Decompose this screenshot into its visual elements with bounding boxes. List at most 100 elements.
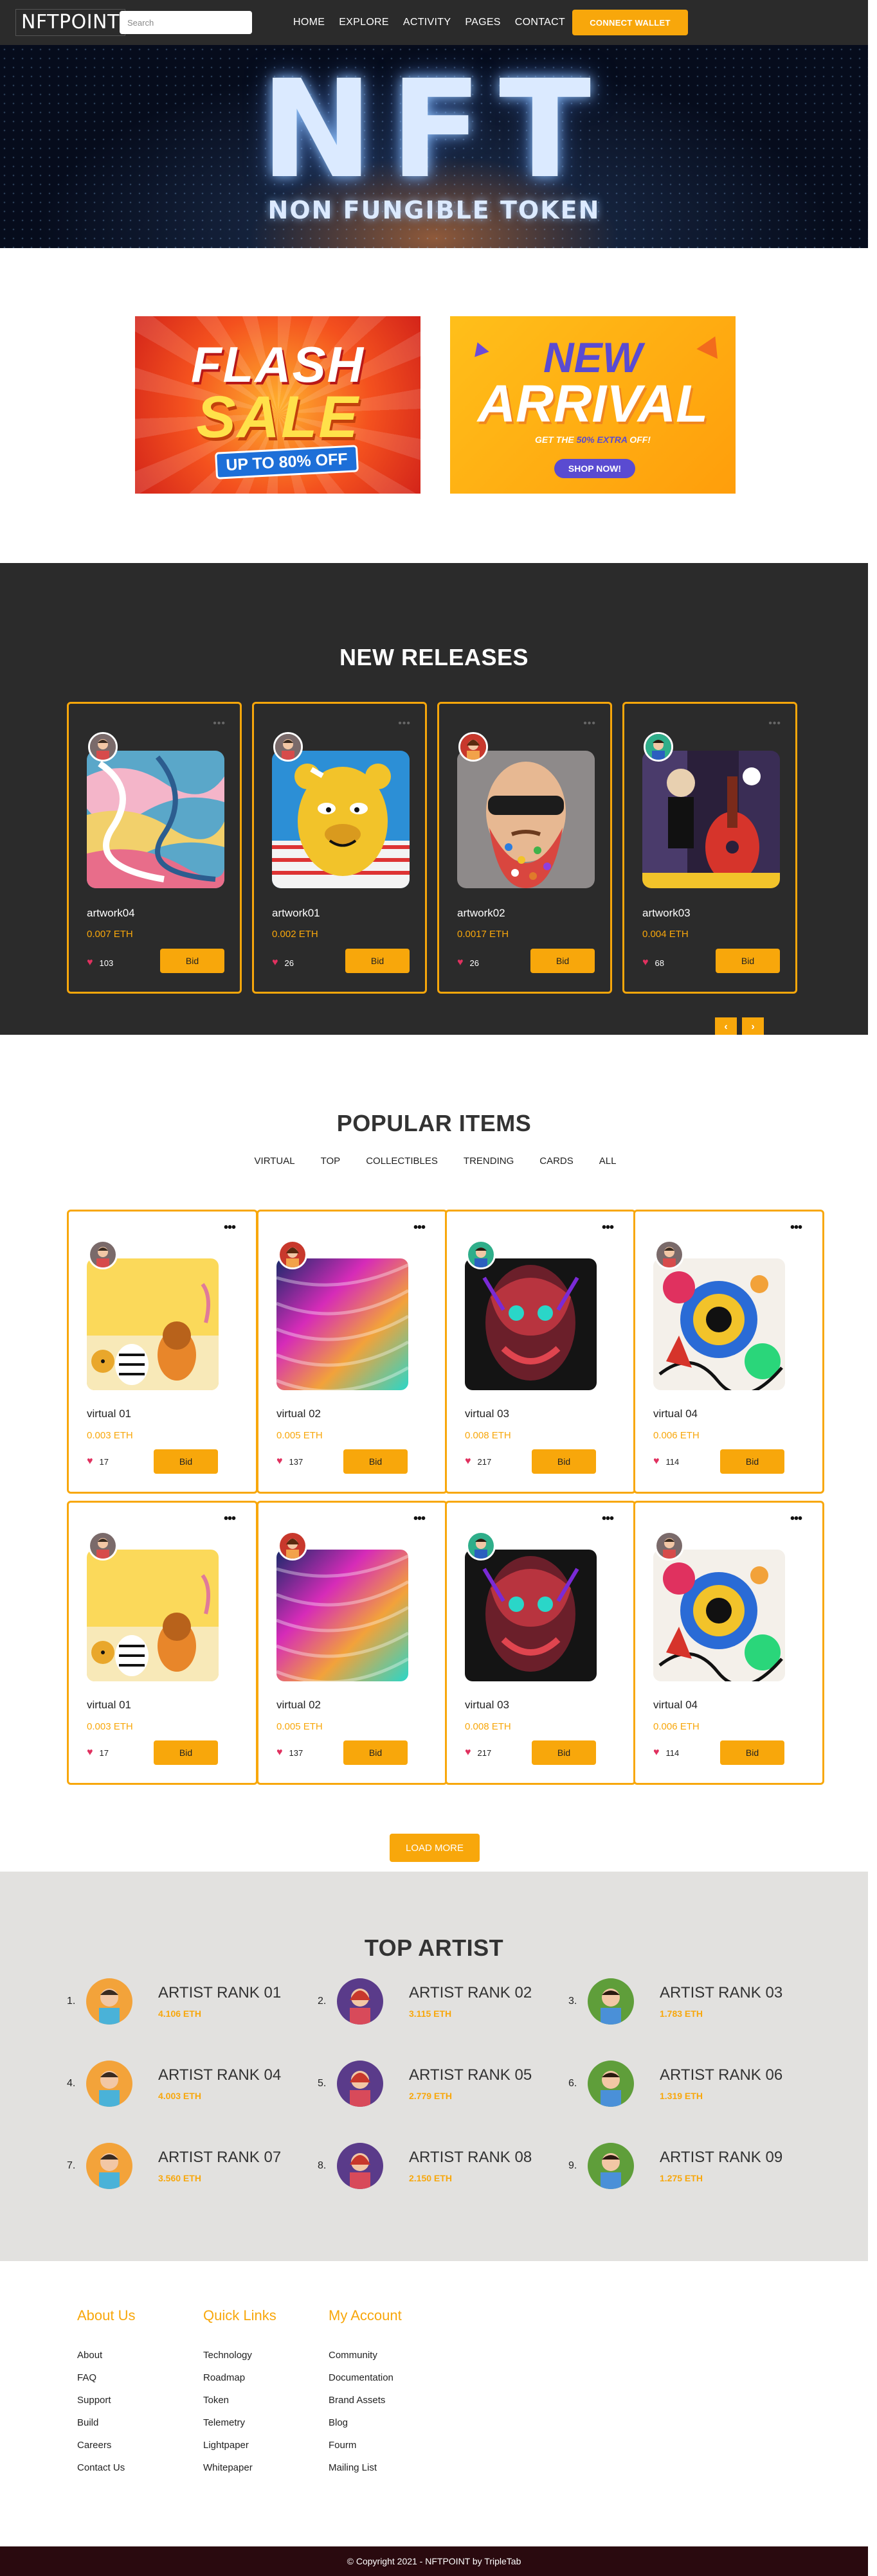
more-options-icon[interactable]: •••: [213, 718, 226, 729]
footer-link[interactable]: Token: [203, 2395, 276, 2406]
like-count[interactable]: ♥ 217: [465, 1747, 491, 1758]
filter-top[interactable]: TOP: [321, 1156, 341, 1167]
creator-avatar[interactable]: [458, 732, 488, 762]
artist-entry[interactable]: 7. ARTIST RANK 07 3.560 ETH: [67, 2143, 281, 2189]
bid-button[interactable]: Bid: [532, 1449, 596, 1474]
artist-avatar[interactable]: [337, 1978, 383, 2025]
footer-link[interactable]: Build: [77, 2417, 136, 2428]
bid-button[interactable]: Bid: [160, 949, 224, 973]
heart-icon[interactable]: ♥: [653, 1747, 660, 1758]
like-count[interactable]: ♥ 103: [87, 957, 113, 969]
bid-button[interactable]: Bid: [716, 949, 780, 973]
footer-link[interactable]: Telemetry: [203, 2417, 276, 2428]
artist-entry[interactable]: 2. ARTIST RANK 02 3.115 ETH: [318, 1978, 532, 2025]
search-input[interactable]: [120, 11, 252, 34]
bid-button[interactable]: Bid: [720, 1740, 784, 1765]
popular-card[interactable]: ••• virtual 01 0.003 ETH ♥ 17 Bid: [67, 1210, 258, 1494]
nav-link-explore[interactable]: EXPLORE: [339, 17, 389, 28]
creator-avatar[interactable]: [278, 1240, 307, 1269]
like-count[interactable]: ♥ 26: [457, 957, 479, 969]
like-count[interactable]: ♥ 26: [272, 957, 294, 969]
artist-name[interactable]: ARTIST RANK 06: [660, 2066, 782, 2084]
popular-card[interactable]: ••• virtual 04 0.006 ETH ♥ 114 Bid: [633, 1210, 824, 1494]
creator-avatar[interactable]: [273, 732, 303, 762]
footer-link[interactable]: Fourm: [329, 2440, 402, 2451]
footer-link[interactable]: Community: [329, 2350, 402, 2361]
heart-icon[interactable]: ♥: [457, 957, 464, 969]
like-count[interactable]: ♥ 17: [87, 1456, 109, 1467]
creator-avatar[interactable]: [655, 1240, 684, 1269]
like-count[interactable]: ♥ 217: [465, 1456, 491, 1467]
creator-avatar[interactable]: [644, 732, 673, 762]
artist-name[interactable]: ARTIST RANK 01: [158, 1984, 281, 2002]
like-count[interactable]: ♥ 137: [276, 1747, 303, 1758]
popular-card[interactable]: ••• virtual 04 0.006 ETH ♥ 114 Bid: [633, 1501, 824, 1785]
artist-avatar[interactable]: [86, 1978, 132, 2025]
artist-name[interactable]: ARTIST RANK 07: [158, 2149, 281, 2167]
footer-link[interactable]: Lightpaper: [203, 2440, 276, 2451]
release-card[interactable]: ••• artwork01 0.002 ETH ♥ 26 Bid: [252, 702, 427, 994]
popular-card[interactable]: ••• virtual 02 0.005 ETH ♥ 137 Bid: [257, 1210, 448, 1494]
creator-avatar[interactable]: [88, 1240, 118, 1269]
footer-link[interactable]: Mailing List: [329, 2462, 402, 2473]
footer-link[interactable]: Blog: [329, 2417, 402, 2428]
bid-button[interactable]: Bid: [532, 1740, 596, 1765]
new-arrival-banner[interactable]: NEW ARRIVAL GET THE 50% EXTRA OFF! SHOP …: [450, 316, 736, 494]
popular-card[interactable]: ••• virtual 01 0.003 ETH ♥ 17 Bid: [67, 1501, 258, 1785]
artist-entry[interactable]: 6. ARTIST RANK 06 1.319 ETH: [568, 2061, 782, 2107]
heart-icon[interactable]: ♥: [87, 1747, 93, 1758]
popular-card[interactable]: ••• virtual 03 0.008 ETH ♥ 217 Bid: [445, 1501, 636, 1785]
heart-icon[interactable]: ♥: [276, 1456, 283, 1467]
artist-entry[interactable]: 9. ARTIST RANK 09 1.275 ETH: [568, 2143, 782, 2189]
heart-icon[interactable]: ♥: [87, 1456, 93, 1467]
more-options-icon[interactable]: •••: [602, 1512, 614, 1526]
like-count[interactable]: ♥ 17: [87, 1747, 109, 1758]
artist-avatar[interactable]: [588, 2061, 634, 2107]
artist-entry[interactable]: 8. ARTIST RANK 08 2.150 ETH: [318, 2143, 532, 2189]
footer-link[interactable]: Contact Us: [77, 2462, 136, 2473]
more-options-icon[interactable]: •••: [602, 1221, 614, 1235]
footer-link[interactable]: Careers: [77, 2440, 136, 2451]
artist-avatar[interactable]: [86, 2143, 132, 2189]
artist-avatar[interactable]: [588, 2143, 634, 2189]
artist-name[interactable]: ARTIST RANK 09: [660, 2149, 782, 2167]
footer-link[interactable]: Technology: [203, 2350, 276, 2361]
creator-avatar[interactable]: [88, 1531, 118, 1561]
artist-entry[interactable]: 4. ARTIST RANK 04 4.003 ETH: [67, 2061, 281, 2107]
bid-button[interactable]: Bid: [343, 1740, 408, 1765]
bid-button[interactable]: Bid: [345, 949, 410, 973]
nav-link-pages[interactable]: PAGES: [465, 17, 500, 28]
more-options-icon[interactable]: •••: [224, 1512, 236, 1526]
bid-button[interactable]: Bid: [154, 1449, 218, 1474]
flash-sale-banner[interactable]: FLASH SALE UP TO 80% OFF: [135, 316, 420, 494]
heart-icon[interactable]: ♥: [653, 1456, 660, 1467]
popular-card[interactable]: ••• virtual 02 0.005 ETH ♥ 137 Bid: [257, 1501, 448, 1785]
more-options-icon[interactable]: •••: [790, 1221, 802, 1235]
artist-name[interactable]: ARTIST RANK 08: [409, 2149, 532, 2167]
more-options-icon[interactable]: •••: [413, 1512, 426, 1526]
popular-card[interactable]: ••• virtual 03 0.008 ETH ♥ 217 Bid: [445, 1210, 636, 1494]
creator-avatar[interactable]: [278, 1531, 307, 1561]
release-card[interactable]: ••• artwork02 0.0017 ETH ♥ 26 Bid: [437, 702, 612, 994]
artist-avatar[interactable]: [337, 2061, 383, 2107]
footer-link[interactable]: Brand Assets: [329, 2395, 402, 2406]
creator-avatar[interactable]: [466, 1531, 496, 1561]
footer-link[interactable]: Whitepaper: [203, 2462, 276, 2473]
heart-icon[interactable]: ♥: [272, 957, 278, 969]
filter-all[interactable]: ALL: [599, 1156, 617, 1167]
nav-link-contact[interactable]: CONTACT: [515, 17, 565, 28]
footer-link[interactable]: FAQ: [77, 2372, 136, 2383]
carousel-prev-button[interactable]: ‹: [715, 1017, 737, 1037]
nav-link-home[interactable]: HOME: [293, 17, 325, 28]
footer-link[interactable]: Documentation: [329, 2372, 402, 2383]
shop-now-button[interactable]: SHOP NOW!: [554, 459, 635, 478]
artist-entry[interactable]: 3. ARTIST RANK 03 1.783 ETH: [568, 1978, 782, 2025]
more-options-icon[interactable]: •••: [413, 1221, 426, 1235]
filter-cards[interactable]: CARDS: [539, 1156, 574, 1167]
like-count[interactable]: ♥ 68: [642, 957, 664, 969]
more-options-icon[interactable]: •••: [790, 1512, 802, 1526]
artist-avatar[interactable]: [86, 2061, 132, 2107]
artist-entry[interactable]: 1. ARTIST RANK 01 4.106 ETH: [67, 1978, 281, 2025]
artist-name[interactable]: ARTIST RANK 04: [158, 2066, 281, 2084]
bid-button[interactable]: Bid: [154, 1740, 218, 1765]
